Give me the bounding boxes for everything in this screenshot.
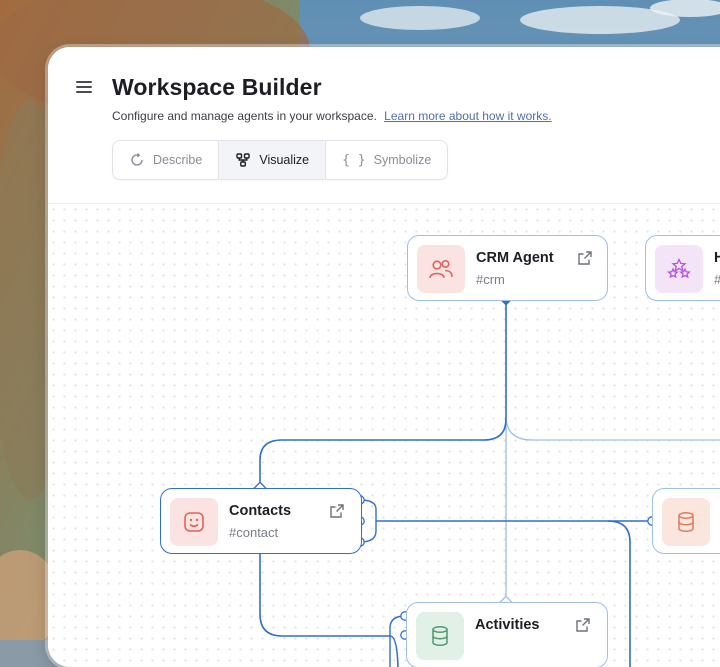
tab-symbolize[interactable]: { } Symbolize [326,141,447,179]
tab-describe[interactable]: Describe [113,141,220,179]
tab-describe-label: Describe [153,153,203,167]
node-tag: # [714,272,720,287]
hamburger-menu-icon[interactable] [76,81,92,95]
edge-crm-to-right [505,418,720,441]
workspace-builder-window: Workspace Builder Configure and manage a… [48,47,720,667]
connection-lines [253,294,720,667]
database-icon [432,625,448,647]
node-tag: #crm [476,272,505,287]
edge-contacts-to-down [259,551,399,667]
contacts-icon-tile [170,498,218,546]
node-name: Activities [475,617,540,633]
refresh-icon [131,153,143,166]
page-header: Workspace Builder Configure and manage a… [48,47,720,204]
db-right-icon-tile [662,498,710,546]
page-title: Workspace Builder [112,74,322,100]
activities-icon-tile [416,612,464,660]
smile-icon [184,512,204,532]
database-icon [678,511,694,533]
external-link-icon[interactable] [329,503,345,519]
node-tag: #contact [229,525,279,540]
external-link-icon[interactable] [575,617,591,633]
h-agent-icon-tile [655,245,703,293]
node-name: CRM Agent [476,250,554,266]
braces-icon: { } [342,152,366,168]
flow-canvas[interactable]: CRM Agent #crm H # [48,204,720,667]
edge-contacts-branch [607,520,631,667]
node-activities[interactable]: Activities [406,602,608,667]
crm-icon-tile [417,245,465,293]
tab-visualize[interactable]: Visualize [219,141,327,179]
tab-symbolize-label: Symbolize [373,153,432,167]
external-link-icon[interactable] [577,250,593,266]
node-contacts[interactable]: Contacts #contact [160,488,362,554]
view-mode-tabs: Describe Visualize { } Symbolize [112,140,449,180]
node-name: Contacts [229,503,292,519]
users-icon [429,259,453,279]
flow-icon [236,153,251,167]
edge-crm-to-contacts [259,300,507,488]
node-h-agent[interactable]: H # [645,235,720,301]
node-name: H [714,250,720,266]
node-database-right[interactable] [652,488,720,554]
subtitle-text: Configure and manage agents in your work… [112,109,377,123]
node-crm-agent[interactable]: CRM Agent #crm [407,235,608,301]
learn-more-link[interactable]: Learn more about how it works. [384,109,551,123]
tab-visualize-label: Visualize [259,153,310,167]
page-subtitle: Configure and manage agents in your work… [112,109,552,123]
stars-icon [667,258,691,279]
